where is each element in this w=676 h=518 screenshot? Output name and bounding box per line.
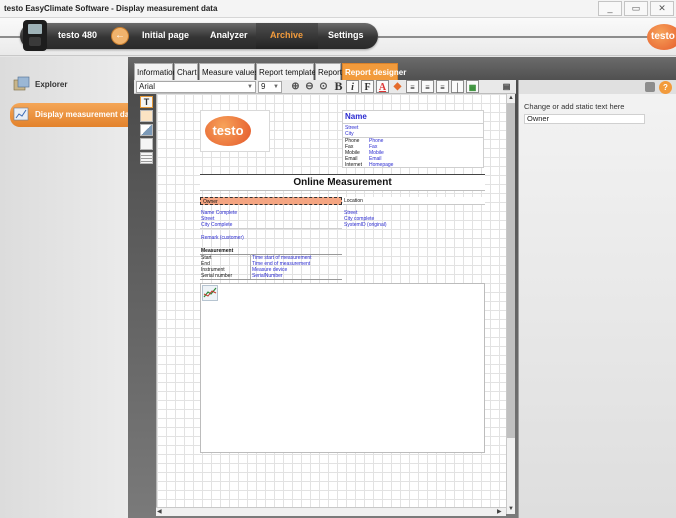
insert-toolbar: T xyxy=(140,96,153,182)
nav-tab-analyzer[interactable]: Analyzer xyxy=(210,30,248,40)
table-tool-icon[interactable] xyxy=(140,152,153,164)
font-icon[interactable]: F xyxy=(361,80,374,93)
scroll-right-icon[interactable]: ▶ xyxy=(497,508,502,515)
chart-icon xyxy=(202,285,218,301)
device-icon xyxy=(23,20,47,51)
zoom-in-icon[interactable]: ⊕ xyxy=(289,80,302,93)
align-right-icon[interactable]: ≡ xyxy=(436,80,449,93)
testo-logo-image: testo xyxy=(205,116,251,146)
close-button[interactable]: ✕ xyxy=(650,1,674,16)
save-icon[interactable] xyxy=(645,82,655,92)
font-size-value: 9 xyxy=(261,82,266,91)
chevron-down-icon: ▼ xyxy=(273,84,279,90)
font-value: Arial xyxy=(139,82,156,91)
scroll-left-icon[interactable]: ◀ xyxy=(157,508,162,515)
device-name: testo 480 xyxy=(58,30,98,40)
main-navbar: testo 480 ← Initial page Analyzer Archiv… xyxy=(20,20,378,51)
sidebar-item-label: Explorer xyxy=(35,80,68,89)
report-page: testo Name Street City Phone Phone Fax F… xyxy=(200,110,485,465)
sidebar-item-display-measurement-data[interactable]: Display measurement data xyxy=(10,103,136,127)
chart-tool-icon[interactable] xyxy=(140,138,153,150)
window-titlebar: testo EasyClimate Software - Display mea… xyxy=(0,0,676,18)
maximize-button[interactable]: ▭ xyxy=(624,1,648,16)
address-rule xyxy=(200,228,342,229)
app-header: testo 480 ← Initial page Analyzer Archiv… xyxy=(0,18,676,56)
nav-tab-settings[interactable]: Settings xyxy=(328,30,364,40)
tab-measure-values[interactable]: Measure values xyxy=(199,63,258,80)
font-color-icon[interactable]: A xyxy=(376,80,389,93)
sidebar-item-explorer[interactable]: Explorer xyxy=(10,73,128,97)
report-logo[interactable]: testo xyxy=(200,110,270,152)
align-center-icon[interactable]: ≡ xyxy=(421,80,434,93)
scroll-down-icon[interactable]: ▼ xyxy=(507,505,515,513)
nav-tab-initial-page[interactable]: Initial page xyxy=(142,30,189,40)
back-arrow-icon[interactable]: ← xyxy=(111,27,129,45)
report-title[interactable]: Online Measurement xyxy=(200,175,485,191)
zoom-fit-icon[interactable]: ⊙ xyxy=(317,80,330,93)
static-text-input[interactable]: Owner xyxy=(524,114,645,124)
properties-panel: ? Change or add static text here Owner xyxy=(518,80,676,518)
location-field[interactable]: Location xyxy=(343,197,485,205)
tab-report-template[interactable]: Report template xyxy=(256,63,316,80)
zoom-out-icon[interactable]: ⊖ xyxy=(303,80,316,93)
location-label: Location xyxy=(344,198,363,204)
chart-placeholder[interactable] xyxy=(200,283,485,453)
scroll-thumb[interactable] xyxy=(507,103,515,438)
field-tool-icon[interactable] xyxy=(140,110,153,122)
company-row-value: Homepage xyxy=(369,162,394,168)
align-left-icon[interactable]: ≡ xyxy=(406,80,419,93)
table-icon[interactable]: ▤ xyxy=(500,80,513,93)
font-select[interactable]: Arial ▼ xyxy=(136,81,256,93)
main-area: Information Chart Measure values Report … xyxy=(128,57,676,518)
properties-toolbar: ? xyxy=(519,80,676,94)
image-icon[interactable]: ▦ xyxy=(466,80,479,93)
explorer-icon xyxy=(13,76,30,91)
report-canvas[interactable]: testo Name Street City Phone Phone Fax F… xyxy=(156,94,513,508)
image-tool-icon[interactable] xyxy=(140,124,153,136)
header-rule-left xyxy=(0,36,22,38)
fill-color-icon[interactable]: ◆ xyxy=(391,80,404,93)
tab-report-designer[interactable]: Report designer xyxy=(342,63,406,80)
font-size-select[interactable]: 9 ▼ xyxy=(258,81,282,93)
sidebar-item-label: Display measurement data xyxy=(35,110,137,119)
tab-chart[interactable]: Chart xyxy=(174,63,198,80)
horizontal-scrollbar[interactable]: ◀ ▶ xyxy=(156,507,506,516)
chevron-down-icon: ▼ xyxy=(247,84,253,90)
tab-report[interactable]: Report xyxy=(315,63,342,80)
help-icon[interactable]: ? xyxy=(659,81,672,94)
vertical-scrollbar[interactable]: ▲ ▼ xyxy=(506,94,515,514)
minimize-button[interactable]: _ xyxy=(598,1,622,16)
location-system-id: SystemID (original) xyxy=(344,222,387,228)
owner-label: Owner xyxy=(203,199,218,205)
testo-logo: testo xyxy=(647,24,676,50)
text-tool-icon[interactable]: T xyxy=(140,96,153,108)
scroll-up-icon[interactable]: ▲ xyxy=(507,94,515,102)
tab-information[interactable]: Information xyxy=(134,63,177,80)
company-row-label: Internet xyxy=(345,162,362,168)
company-block[interactable]: Name Street City Phone Phone Fax Fax Mob… xyxy=(342,110,484,168)
bold-icon[interactable]: B xyxy=(332,80,345,93)
company-name: Name xyxy=(345,112,367,121)
static-text-label: Change or add static text here xyxy=(524,102,625,111)
italic-icon[interactable]: i xyxy=(346,80,359,93)
nav-tab-archive[interactable]: Archive xyxy=(270,30,303,40)
display-data-icon xyxy=(13,107,29,121)
line-icon[interactable]: │ xyxy=(451,80,464,93)
header-rule-right xyxy=(378,36,648,38)
designer-toolbar: Arial ▼ 9 ▼ ⊕ ⊖ ⊙ B i F A ◆ ≡ ≡ ≡ │ ▦ ▤ xyxy=(134,80,516,94)
customer-remark: Remark (customer) xyxy=(201,235,244,241)
window-title: testo EasyClimate Software - Display mea… xyxy=(4,4,218,13)
left-sidebar: Explorer Display measurement data xyxy=(0,57,136,518)
owner-field[interactable]: Owner xyxy=(200,197,342,205)
